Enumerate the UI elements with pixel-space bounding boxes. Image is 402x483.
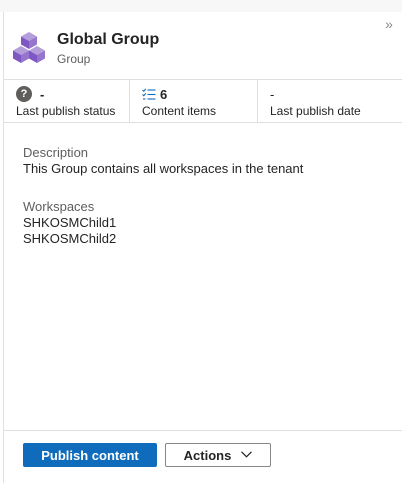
description-section: Description This Group contains all work… [23,145,303,177]
actions-label: Actions [183,447,232,463]
actions-button[interactable]: Actions [165,443,271,467]
details-panel: » Global Group Group ? - Last publish st… [3,12,402,483]
workspace-item: SHKOSMChild2 [23,231,117,246]
collapse-panel-icon[interactable]: » [381,16,397,32]
panel-title: Global Group [57,30,160,48]
panel-subtitle: Group [57,51,91,66]
stat-value: 6 [160,86,168,102]
description-label: Description [23,145,89,160]
workspaces-section: Workspaces SHKOSMChild1 SHKOSMChild2 [23,199,116,247]
header-text: Global Group Group [57,30,159,67]
publish-content-button[interactable]: Publish content [23,443,157,467]
panel-footer: Publish content Actions [4,430,402,483]
question-circle-icon: ? [16,86,32,102]
workspace-item: SHKOSMChild1 [23,215,117,230]
stat-label: Last publish status [16,104,116,118]
stats-bar: ? - Last publish status 6 Content items [4,79,402,123]
stat-label: Last publish date [270,104,361,118]
stat-label: Content items [142,104,217,118]
top-strip [0,0,402,12]
checklist-icon [142,88,156,100]
stat-last-publish-date: - Last publish date [258,80,402,122]
stat-value: - [270,86,275,102]
chevron-down-icon [241,449,253,461]
panel-header: Global Group Group [12,28,159,68]
workspaces-label: Workspaces [23,199,95,214]
stat-last-publish-status: ? - Last publish status [4,80,130,122]
stat-content-items[interactable]: 6 Content items [130,80,258,122]
stat-value: - [40,86,45,102]
group-cubes-icon [13,32,45,63]
description-text: This Group contains all workspaces in th… [23,161,304,176]
